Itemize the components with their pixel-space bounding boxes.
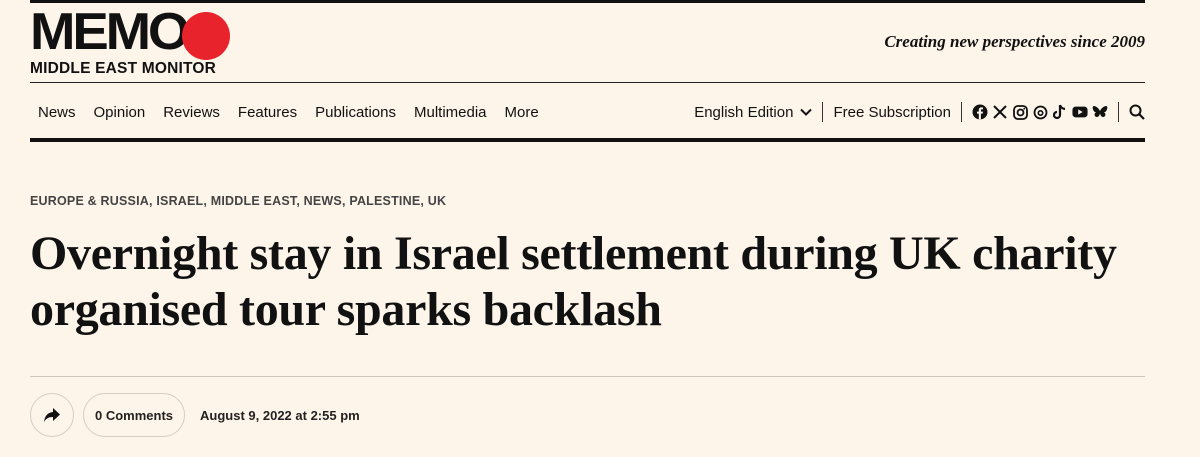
instagram-icon[interactable] <box>1012 104 1028 120</box>
nav-item-publications[interactable]: Publications <box>315 104 396 121</box>
edition-label: English Edition <box>694 103 794 121</box>
top-rule <box>30 0 1145 3</box>
threads-icon[interactable] <box>1032 104 1048 120</box>
category-link[interactable]: ISRAEL <box>156 194 203 208</box>
nav-item-more[interactable]: More <box>505 104 539 121</box>
nav-item-news[interactable]: News <box>38 104 76 121</box>
nav-item-opinion[interactable]: Opinion <box>94 104 146 121</box>
nav-bottom-rule <box>30 138 1145 142</box>
nav-item-reviews[interactable]: Reviews <box>163 104 220 121</box>
memo-logo[interactable]: MEMO MIDDLE EAST MONITOR <box>30 4 230 80</box>
bluesky-icon[interactable] <box>1092 104 1108 120</box>
logo-red-dot <box>182 12 230 60</box>
x-icon[interactable] <box>992 104 1008 120</box>
search-icon[interactable] <box>1129 104 1145 120</box>
publish-date: August 9, 2022 at 2:55 pm <box>200 407 360 423</box>
nav-right-group: English Edition Free Subscription <box>694 102 1145 122</box>
category-link[interactable]: MIDDLE EAST <box>211 194 297 208</box>
share-arrow-icon <box>44 408 60 422</box>
chevron-down-icon <box>800 108 813 116</box>
nav-separator <box>961 102 962 122</box>
nav-item-multimedia[interactable]: Multimedia <box>414 104 487 121</box>
social-links <box>972 104 1108 120</box>
youtube-icon[interactable] <box>1072 104 1088 120</box>
free-subscription-link[interactable]: Free Subscription <box>833 104 951 121</box>
header-divider <box>30 82 1145 83</box>
nav-separator <box>822 102 824 122</box>
meta-divider <box>30 376 1145 377</box>
logo-subtitle: MIDDLE EAST MONITOR <box>30 60 217 77</box>
site-tagline: Creating new perspectives since 2009 <box>884 32 1145 51</box>
category-link[interactable]: NEWS <box>304 194 342 208</box>
comments-button[interactable]: 0 Comments <box>83 393 186 437</box>
main-nav: News Opinion Reviews Features Publicatio… <box>30 94 1145 130</box>
category-link[interactable]: EUROPE & RUSSIA <box>30 194 149 208</box>
share-button[interactable] <box>30 393 74 437</box>
facebook-icon[interactable] <box>972 104 988 120</box>
tiktok-icon[interactable] <box>1052 104 1068 120</box>
article-meta: 0 Comments August 9, 2022 at 2:55 pm <box>30 393 360 437</box>
article-title: Overnight stay in Israel settlement duri… <box>30 227 1117 336</box>
nav-item-features[interactable]: Features <box>238 104 297 121</box>
category-list: EUROPE & RUSSIA, ISRAEL, MIDDLE EAST, NE… <box>30 194 447 208</box>
logo-wordmark: MEMO <box>30 3 190 61</box>
category-link[interactable]: PALESTINE <box>349 194 420 208</box>
category-link[interactable]: UK <box>428 194 446 208</box>
nav-separator <box>1118 102 1119 122</box>
edition-selector[interactable]: English Edition <box>694 103 813 121</box>
